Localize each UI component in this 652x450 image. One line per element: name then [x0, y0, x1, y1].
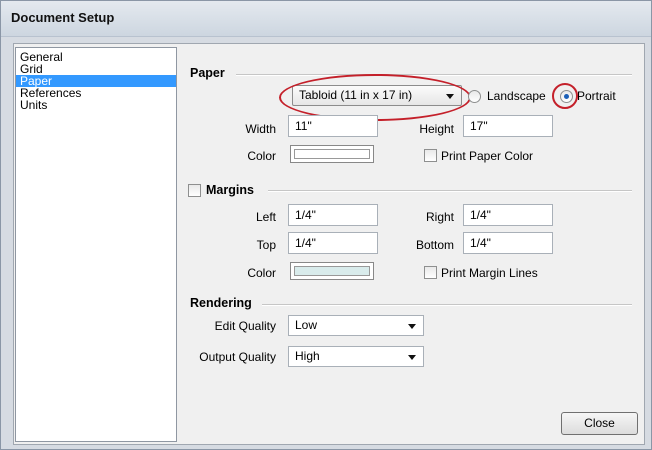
print-paper-color-checkbox[interactable] — [424, 149, 437, 162]
width-label: Width — [245, 122, 276, 136]
output-quality-value: High — [295, 349, 320, 363]
print-paper-color-label: Print Paper Color — [441, 149, 534, 163]
portrait-label: Portrait — [577, 89, 616, 103]
portrait-highlight-circle — [552, 83, 578, 109]
rendering-heading: Rendering — [190, 296, 252, 310]
paper-color-fill — [294, 149, 370, 159]
margin-color-label: Color — [247, 266, 276, 280]
width-field[interactable]: 11" — [288, 115, 378, 137]
margins-heading: Margins — [206, 183, 254, 197]
paper-divider — [236, 74, 632, 76]
chevron-down-icon — [408, 355, 416, 360]
edit-quality-label: Edit Quality — [214, 319, 276, 333]
rendering-divider — [262, 304, 632, 306]
margin-color-fill — [294, 266, 370, 276]
window-title: Document Setup — [11, 10, 115, 25]
print-margin-lines-label: Print Margin Lines — [441, 266, 538, 280]
margins-divider — [268, 190, 632, 192]
margin-top-label: Top — [256, 238, 276, 252]
margins-checkbox[interactable] — [188, 184, 201, 197]
margin-right-field[interactable]: 1/4" — [463, 204, 553, 226]
print-margin-lines-checkbox[interactable] — [424, 266, 437, 279]
paper-size-highlight-ellipse — [279, 74, 471, 121]
edit-quality-dropdown[interactable]: Low — [288, 315, 424, 336]
output-quality-label: Output Quality — [199, 350, 276, 364]
height-field[interactable]: 17" — [463, 115, 553, 137]
category-item-units[interactable]: Units — [16, 99, 176, 111]
edit-quality-value: Low — [295, 318, 318, 332]
margin-left-label: Left — [255, 210, 276, 224]
paper-color-label: Color — [247, 149, 276, 163]
margin-color-swatch[interactable] — [290, 262, 374, 280]
height-label: Height — [419, 122, 454, 136]
title-bar[interactable]: Document Setup — [1, 1, 651, 37]
paper-heading: Paper — [190, 66, 225, 80]
landscape-label: Landscape — [487, 89, 546, 103]
chevron-down-icon — [408, 324, 416, 329]
output-quality-dropdown[interactable]: High — [288, 346, 424, 367]
category-list[interactable]: General Grid Paper References Units — [15, 47, 177, 442]
margin-bottom-label: Bottom — [415, 238, 454, 252]
margin-bottom-field[interactable]: 1/4" — [463, 232, 553, 254]
landscape-radio[interactable] — [468, 90, 481, 103]
margin-left-field[interactable]: 1/4" — [288, 204, 378, 226]
paper-color-swatch[interactable] — [290, 145, 374, 163]
margin-right-label: Right — [425, 210, 454, 224]
close-button[interactable]: Close — [561, 412, 638, 435]
margin-top-field[interactable]: 1/4" — [288, 232, 378, 254]
